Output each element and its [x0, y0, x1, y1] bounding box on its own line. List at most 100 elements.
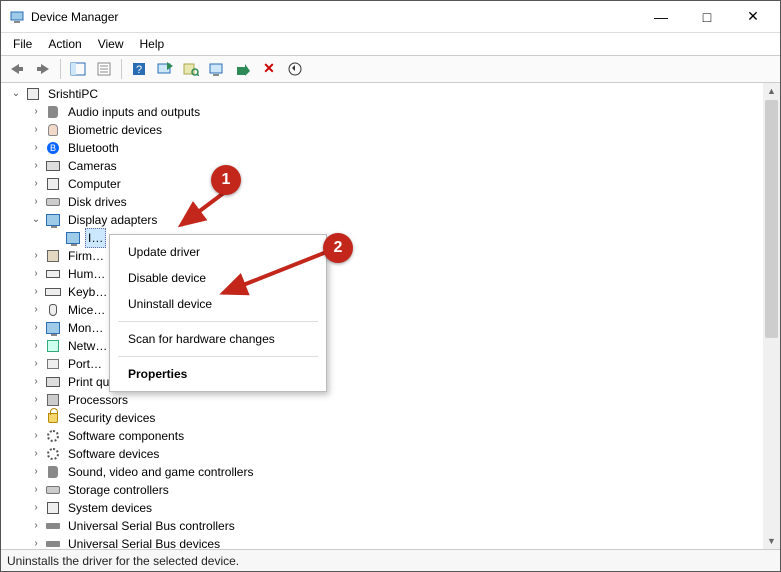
- category-label[interactable]: Port…: [65, 355, 105, 373]
- speaker-icon: [45, 464, 61, 480]
- scan-hardware-toolbar-button[interactable]: [179, 57, 203, 81]
- menu-file[interactable]: File: [5, 35, 40, 53]
- context-menu-update-driver[interactable]: Update driver: [110, 239, 326, 265]
- chevron-right-icon[interactable]: ›: [29, 247, 43, 265]
- scroll-down-button[interactable]: ▼: [763, 532, 780, 549]
- device-label[interactable]: I…: [85, 228, 106, 248]
- properties-toolbar-button[interactable]: [92, 57, 116, 81]
- category-sound-video-and-game-controllers[interactable]: › Sound, video and game controllers: [29, 463, 780, 481]
- category-audio-inputs-and-outputs[interactable]: › Audio inputs and outputs: [29, 103, 780, 121]
- chevron-right-icon[interactable]: ›: [29, 121, 43, 139]
- category-universal-serial-bus-devices[interactable]: › Universal Serial Bus devices: [29, 535, 780, 550]
- context-menu-scan-for-hardware-changes[interactable]: Scan for hardware changes: [110, 326, 326, 352]
- chevron-right-icon[interactable]: ›: [29, 463, 43, 481]
- category-bluetooth[interactable]: ›BBluetooth: [29, 139, 780, 157]
- chevron-right-icon[interactable]: ›: [29, 337, 43, 355]
- chevron-right-icon[interactable]: ›: [29, 301, 43, 319]
- category-universal-serial-bus-controllers[interactable]: › Universal Serial Bus controllers: [29, 517, 780, 535]
- add-legacy-icon: [209, 62, 225, 76]
- category-label[interactable]: Software components: [65, 427, 187, 445]
- chevron-down-icon[interactable]: ⌄: [29, 211, 43, 229]
- menu-help[interactable]: Help: [132, 35, 173, 53]
- category-label[interactable]: Keyb…: [65, 283, 110, 301]
- chevron-right-icon[interactable]: ›: [29, 445, 43, 463]
- category-label[interactable]: Computer: [65, 175, 124, 193]
- category-display-adapters[interactable]: ⌄ Display adapters: [29, 211, 780, 229]
- category-cameras[interactable]: › Cameras: [29, 157, 780, 175]
- category-label[interactable]: Storage controllers: [65, 481, 172, 499]
- category-label[interactable]: Sound, video and game controllers: [65, 463, 256, 481]
- update-driver-toolbar-button[interactable]: [153, 57, 177, 81]
- maximize-button[interactable]: □: [684, 1, 730, 32]
- category-computer[interactable]: › Computer: [29, 175, 780, 193]
- context-menu-properties[interactable]: Properties: [110, 361, 326, 387]
- close-button[interactable]: ✕: [730, 1, 776, 32]
- category-label[interactable]: Mice…: [65, 301, 108, 319]
- context-menu-disable-device[interactable]: Disable device: [110, 265, 326, 291]
- forward-button[interactable]: [31, 57, 55, 81]
- chevron-right-icon[interactable]: ›: [29, 319, 43, 337]
- context-menu-uninstall-device[interactable]: Uninstall device: [110, 291, 326, 317]
- category-label[interactable]: Firm…: [65, 247, 107, 265]
- back-button[interactable]: [5, 57, 29, 81]
- chevron-right-icon[interactable]: ›: [29, 481, 43, 499]
- chevron-down-icon[interactable]: ⌄: [9, 85, 23, 103]
- category-label[interactable]: System devices: [65, 499, 155, 517]
- chevron-right-icon[interactable]: ›: [29, 517, 43, 535]
- chevron-right-icon[interactable]: ›: [29, 193, 43, 211]
- category-label[interactable]: Biometric devices: [65, 121, 165, 139]
- category-disk-drives[interactable]: › Disk drives: [29, 193, 780, 211]
- menu-action[interactable]: Action: [40, 35, 89, 53]
- category-label[interactable]: Bluetooth: [65, 139, 122, 157]
- uninstall-toolbar-button[interactable]: ✕: [257, 57, 281, 81]
- category-software-components[interactable]: › Software components: [29, 427, 780, 445]
- category-label[interactable]: Universal Serial Bus controllers: [65, 517, 238, 535]
- device-manager-window: Device Manager — □ ✕ File Action View He…: [0, 0, 781, 572]
- vertical-scrollbar[interactable]: ▲ ▼: [763, 83, 780, 550]
- chevron-right-icon[interactable]: ›: [29, 409, 43, 427]
- chevron-right-icon[interactable]: ›: [29, 427, 43, 445]
- scroll-up-button[interactable]: ▲: [763, 83, 780, 100]
- svg-text:?: ?: [136, 64, 142, 76]
- category-label[interactable]: Software devices: [65, 445, 162, 463]
- category-label[interactable]: Processors: [65, 391, 131, 409]
- chevron-right-icon[interactable]: ›: [29, 535, 43, 550]
- category-label[interactable]: Universal Serial Bus devices: [65, 535, 223, 550]
- category-label[interactable]: Audio inputs and outputs: [65, 103, 203, 121]
- chevron-right-icon[interactable]: ›: [29, 499, 43, 517]
- scroll-track[interactable]: [763, 100, 780, 533]
- print-toolbar-button[interactable]: [283, 57, 307, 81]
- category-label[interactable]: Disk drives: [65, 193, 130, 211]
- chevron-right-icon[interactable]: ›: [29, 391, 43, 409]
- chevron-right-icon[interactable]: ›: [29, 355, 43, 373]
- category-processors[interactable]: › Processors: [29, 391, 780, 409]
- category-biometric-devices[interactable]: › Biometric devices: [29, 121, 780, 139]
- chevron-right-icon[interactable]: ›: [29, 157, 43, 175]
- scroll-thumb[interactable]: [765, 100, 778, 338]
- category-label[interactable]: Display adapters: [65, 211, 160, 229]
- chevron-right-icon[interactable]: ›: [29, 103, 43, 121]
- context-menu-divider: [118, 356, 318, 357]
- category-storage-controllers[interactable]: › Storage controllers: [29, 481, 780, 499]
- chevron-right-icon[interactable]: ›: [29, 175, 43, 193]
- minimize-button[interactable]: —: [638, 1, 684, 32]
- tree-root[interactable]: ⌄ SrishtiPC: [9, 85, 780, 103]
- show-hide-tree-button[interactable]: [66, 57, 90, 81]
- category-label[interactable]: Mon…: [65, 319, 106, 337]
- category-label[interactable]: Security devices: [65, 409, 158, 427]
- category-system-devices[interactable]: › System devices: [29, 499, 780, 517]
- root-label[interactable]: SrishtiPC: [45, 85, 101, 103]
- enable-toolbar-button[interactable]: [231, 57, 255, 81]
- chevron-right-icon[interactable]: ›: [29, 283, 43, 301]
- category-security-devices[interactable]: › Security devices: [29, 409, 780, 427]
- category-label[interactable]: Cameras: [65, 157, 120, 175]
- category-label[interactable]: Hum…: [65, 265, 108, 283]
- category-software-devices[interactable]: › Software devices: [29, 445, 780, 463]
- chevron-right-icon[interactable]: ›: [29, 373, 43, 391]
- help-toolbar-button[interactable]: ?: [127, 57, 151, 81]
- category-label[interactable]: Netw…: [65, 337, 110, 355]
- menu-view[interactable]: View: [90, 35, 132, 53]
- add-legacy-toolbar-button[interactable]: [205, 57, 229, 81]
- chevron-right-icon[interactable]: ›: [29, 265, 43, 283]
- chevron-right-icon[interactable]: ›: [29, 139, 43, 157]
